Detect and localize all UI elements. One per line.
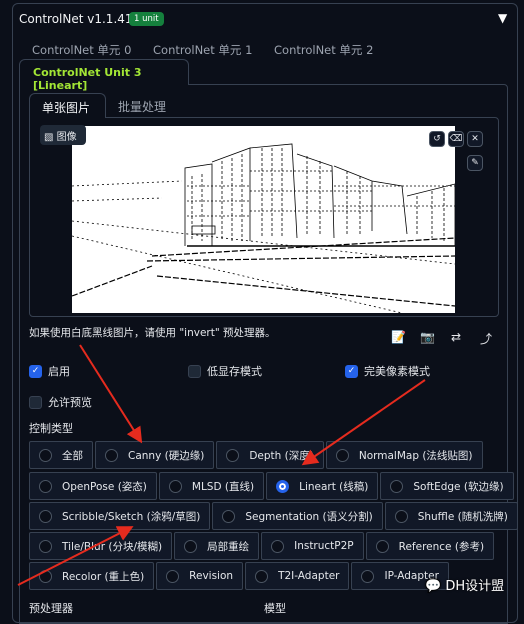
swap-icon[interactable]: ⇄	[451, 330, 461, 344]
control-type-option[interactable]: 全部	[29, 441, 93, 469]
control-type-row: OpenPose (姿态) MLSD (直线) Lineart (线稿) SoftEd…	[29, 472, 514, 500]
checkbox-checked-icon[interactable]: ✓	[345, 364, 358, 378]
control-type-label: Depth (深度)	[249, 449, 314, 462]
lineart-image	[71, 143, 456, 314]
control-type-label: 控制类型	[29, 422, 73, 435]
radio-icon[interactable]	[375, 539, 389, 553]
control-type-option[interactable]: MLSD (直线)	[158, 472, 265, 500]
radio-icon[interactable]	[390, 479, 404, 493]
brush-icon[interactable]: ✎	[467, 155, 483, 171]
control-type-label: OpenPose (姿态)	[62, 480, 147, 493]
rotate-icon[interactable]: ↺	[429, 131, 445, 147]
control-type-label: NormalMap (法线贴图)	[358, 449, 473, 462]
control-type-label: Recolor (重上色)	[62, 570, 145, 583]
tab-batch[interactable]: 批量处理	[118, 98, 166, 115]
checkbox-icon[interactable]	[29, 395, 42, 409]
control-type-option[interactable]: OpenPose (姿态)	[29, 472, 157, 500]
checkbox-checked-icon[interactable]: ✓	[29, 364, 42, 378]
radio-icon[interactable]	[39, 539, 52, 553]
pixel-perfect-checkbox[interactable]: ✓ 完美像素模式	[345, 363, 430, 379]
control-type-row: Recolor (重上色) Revision T2I-Adapter IP-Adapt…	[29, 562, 449, 590]
radio-icon[interactable]	[271, 539, 285, 553]
radio-icon[interactable]	[394, 509, 408, 523]
control-type-label: Reference (参考)	[398, 540, 485, 553]
watermark: 💬 DH设计盟	[425, 579, 505, 594]
control-type-label: Tile/Blur (分块/模糊)	[62, 540, 163, 553]
control-type-row: Tile/Blur (分块/模糊) 局部重绘 InstructP2P Referenc…	[29, 532, 495, 560]
control-type-option[interactable]: SoftEdge (软边缘)	[380, 472, 514, 500]
tab-unit-1[interactable]: ControlNet 单元 1	[153, 42, 252, 58]
control-type-option[interactable]: Reference (参考)	[365, 532, 495, 560]
control-type-row: 全部 Canny (硬边缘) Depth (深度) NormalMap (法线贴图)	[29, 441, 483, 469]
preprocessor-label: 预处理器	[29, 602, 73, 615]
eraser-icon[interactable]: ⌫	[448, 131, 464, 147]
control-type-option[interactable]: Tile/Blur (分块/模糊)	[29, 532, 173, 560]
control-type-label: 局部重绘	[207, 540, 250, 553]
radio-icon[interactable]	[335, 448, 349, 462]
control-type-option[interactable]: Recolor (重上色)	[29, 562, 155, 590]
radio-icon[interactable]	[39, 448, 52, 462]
radio-icon[interactable]	[168, 479, 182, 493]
radio-icon[interactable]	[222, 509, 236, 523]
wechat-icon: 💬	[425, 579, 442, 594]
panel-title: ControlNet v1.1.419	[19, 12, 141, 26]
radio-icon[interactable]	[361, 569, 375, 583]
control-type-option[interactable]: Revision	[156, 562, 244, 590]
control-type-option[interactable]: Segmentation (语义分割)	[212, 502, 383, 530]
control-type-option[interactable]: Depth (深度)	[216, 441, 324, 469]
tab-unit-3[interactable]: ControlNet Unit 3 [Lineart]	[19, 59, 189, 92]
control-type-label: 全部	[62, 449, 83, 462]
checkbox-icon[interactable]	[188, 364, 201, 378]
control-type-option[interactable]: Shuffle (随机洗牌)	[384, 502, 518, 530]
tab-single-image[interactable]: 单张图片	[29, 93, 106, 118]
control-type-option[interactable]: T2I-Adapter	[245, 562, 350, 590]
control-type-label: MLSD (直线)	[191, 480, 255, 493]
control-type-label: Revision	[189, 570, 234, 582]
control-type-option[interactable]: Lineart (线稿)	[266, 472, 379, 500]
control-type-option[interactable]: InstructP2P	[261, 532, 364, 560]
control-type-row: Scribble/Sketch (涂鸦/草图) Segmentation (语义分…	[29, 502, 518, 530]
control-type-option[interactable]: 局部重绘	[174, 532, 260, 560]
radio-icon[interactable]	[39, 509, 52, 523]
control-type-label: Lineart (线稿)	[299, 480, 369, 493]
camera-icon[interactable]: 📷	[420, 330, 435, 344]
control-type-option[interactable]: Scribble/Sketch (涂鸦/草图)	[29, 502, 211, 530]
collapse-triangle-icon[interactable]: ▼	[498, 11, 507, 25]
radio-icon[interactable]	[255, 569, 269, 583]
image-label: ▧ 图像	[40, 125, 86, 145]
radio-icon[interactable]	[39, 569, 52, 583]
radio-icon[interactable]	[276, 479, 290, 493]
tab-unit-2[interactable]: ControlNet 单元 2	[274, 42, 373, 58]
tab-unit-0[interactable]: ControlNet 单元 0	[32, 42, 131, 58]
enable-checkbox[interactable]: ✓ 启用	[29, 363, 70, 379]
radio-icon[interactable]	[184, 539, 198, 553]
control-type-label: Shuffle (随机洗牌)	[417, 510, 508, 523]
radio-icon[interactable]	[226, 448, 240, 462]
low-vram-checkbox[interactable]: 低显存模式	[188, 363, 262, 379]
control-type-label: InstructP2P	[294, 540, 354, 552]
control-type-label: Scribble/Sketch (涂鸦/草图)	[62, 510, 201, 523]
allow-preview-checkbox[interactable]: 允许预览	[29, 394, 92, 410]
unit-count-badge: 1 unit	[129, 12, 164, 26]
control-type-label: SoftEdge (软边缘)	[413, 480, 504, 493]
notes-icon[interactable]: 📝	[391, 330, 406, 344]
control-type-option[interactable]: NormalMap (法线贴图)	[325, 441, 483, 469]
control-type-label: Segmentation (语义分割)	[245, 510, 373, 523]
control-type-label: Canny (硬边缘)	[128, 449, 205, 462]
image-canvas[interactable]	[71, 126, 456, 314]
radio-icon[interactable]	[39, 479, 52, 493]
radio-icon[interactable]	[105, 448, 118, 462]
invert-hint: 如果使用白底黑线图片，请使用 "invert" 预处理器。	[29, 327, 276, 339]
control-type-option[interactable]: Canny (硬边缘)	[95, 441, 215, 469]
control-type-label: T2I-Adapter	[278, 570, 340, 582]
send-dimensions-icon[interactable]: ⤴	[480, 330, 492, 347]
close-icon[interactable]: ✕	[467, 131, 483, 147]
radio-icon[interactable]	[166, 569, 180, 583]
image-icon: ▧	[44, 132, 54, 143]
model-label: 模型	[264, 602, 286, 615]
